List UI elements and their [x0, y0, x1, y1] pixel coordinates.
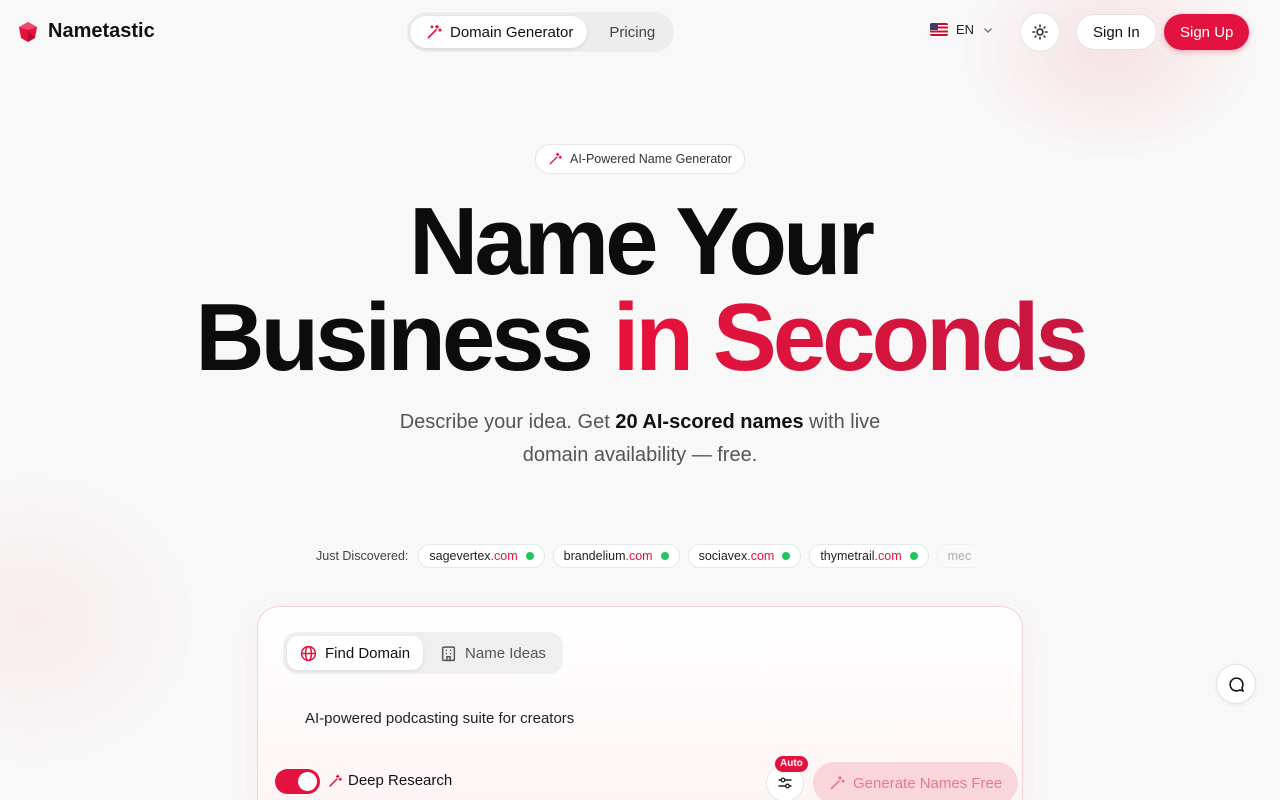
sparkle-wand-icon	[549, 152, 562, 165]
available-dot	[909, 552, 918, 560]
auto-badge: Auto	[775, 756, 808, 772]
tab-find-domain-label: Find Domain	[325, 644, 411, 662]
hero-title-line1: Name Your	[409, 188, 875, 295]
idea-prompt-input[interactable]	[305, 710, 865, 727]
brand-name: Nametastic	[48, 20, 155, 42]
us-flag-icon	[930, 23, 948, 36]
chat-support-button[interactable]	[1216, 664, 1256, 704]
sun-icon	[1032, 24, 1048, 40]
discovered-domain-chip[interactable]: sagevertex .com	[418, 544, 545, 568]
nav-pricing-label: Pricing	[609, 23, 656, 41]
sign-up-button[interactable]: Sign Up	[1164, 14, 1250, 50]
generate-names-button[interactable]: Generate Names Free	[813, 762, 1019, 800]
nav-pricing[interactable]: Pricing	[593, 16, 671, 48]
language-selector[interactable]: EN	[930, 22, 994, 37]
chevron-down-icon	[984, 27, 993, 33]
discovered-domain-chip[interactable]: brandelium .com	[552, 544, 680, 568]
domain-name: sociavex	[698, 549, 748, 563]
brand-logo[interactable]: Nametastic	[18, 20, 155, 43]
domain-tld: .com	[747, 549, 775, 563]
discovered-domain-chip[interactable]: thymetrail .com	[809, 544, 929, 568]
domain-name: brandelium	[563, 549, 626, 563]
building-icon	[441, 645, 456, 661]
hero-badge: AI-Powered Name Generator	[535, 144, 745, 174]
magic-wand-icon	[830, 775, 845, 790]
sliders-icon	[778, 777, 792, 789]
deep-research-toggle[interactable]	[275, 769, 320, 794]
language-label: EN	[956, 22, 975, 37]
globe-icon	[300, 645, 317, 661]
generate-names-label: Generate Names Free	[853, 774, 1003, 792]
nav-domain-generator[interactable]: Domain Generator	[410, 16, 588, 48]
domain-name: mec	[947, 549, 972, 563]
generator-card: Find Domain Name Ideas Deep Research Aut…	[257, 606, 1023, 800]
deep-research-label-group: Deep Research	[328, 772, 452, 789]
main-nav: Domain Generator Pricing	[407, 12, 675, 52]
tab-name-ideas-label: Name Ideas	[465, 644, 546, 662]
hero-subtitle-bold: 20 AI-scored names	[615, 411, 804, 433]
generator-tabs: Find Domain Name Ideas	[283, 632, 563, 674]
discovered-domain-chip[interactable]: sociavex .com	[687, 544, 802, 568]
hero-subtitle-pre: Describe your idea. Get	[399, 411, 610, 433]
sign-in-button[interactable]: Sign In	[1076, 14, 1157, 50]
deep-research-label: Deep Research	[348, 772, 453, 789]
hero-title: Name Your Business in Seconds	[0, 194, 1280, 386]
nav-domain-generator-label: Domain Generator	[450, 23, 574, 41]
hero-title-accent: in Seconds	[612, 284, 1089, 391]
domain-name: thymetrail	[820, 549, 875, 563]
discovered-domain-chip[interactable]: mec	[936, 544, 976, 568]
tab-find-domain[interactable]: Find Domain	[287, 636, 424, 670]
available-dot	[525, 552, 534, 560]
domain-name: sagevertex	[429, 549, 491, 563]
available-dot	[782, 552, 791, 560]
domain-tld: .com	[490, 549, 518, 563]
ruby-gem-icon	[19, 21, 37, 42]
hero-subtitle: Describe your idea. Get 20 AI-scored nam…	[380, 406, 900, 472]
site-header: Nametastic Domain Generator Pricing EN S…	[0, 0, 1280, 64]
tab-name-ideas[interactable]: Name Ideas	[427, 636, 559, 670]
hero-title-plain: Business	[195, 284, 594, 391]
magic-wand-icon	[427, 24, 442, 39]
hero-badge-label: AI-Powered Name Generator	[570, 152, 732, 166]
sparkle-wand-icon	[329, 774, 342, 787]
theme-toggle-button[interactable]	[1020, 12, 1060, 52]
domain-tld: .com	[874, 549, 902, 563]
just-discovered-label: Just Discovered:	[316, 549, 409, 563]
available-dot	[660, 552, 669, 560]
chat-bubble-icon	[1228, 676, 1244, 692]
just-discovered-strip: Just Discovered: sagevertex .com brandeli…	[316, 544, 976, 568]
domain-tld: .com	[625, 549, 653, 563]
hero-title-line2: Business in Seconds	[0, 290, 1280, 386]
